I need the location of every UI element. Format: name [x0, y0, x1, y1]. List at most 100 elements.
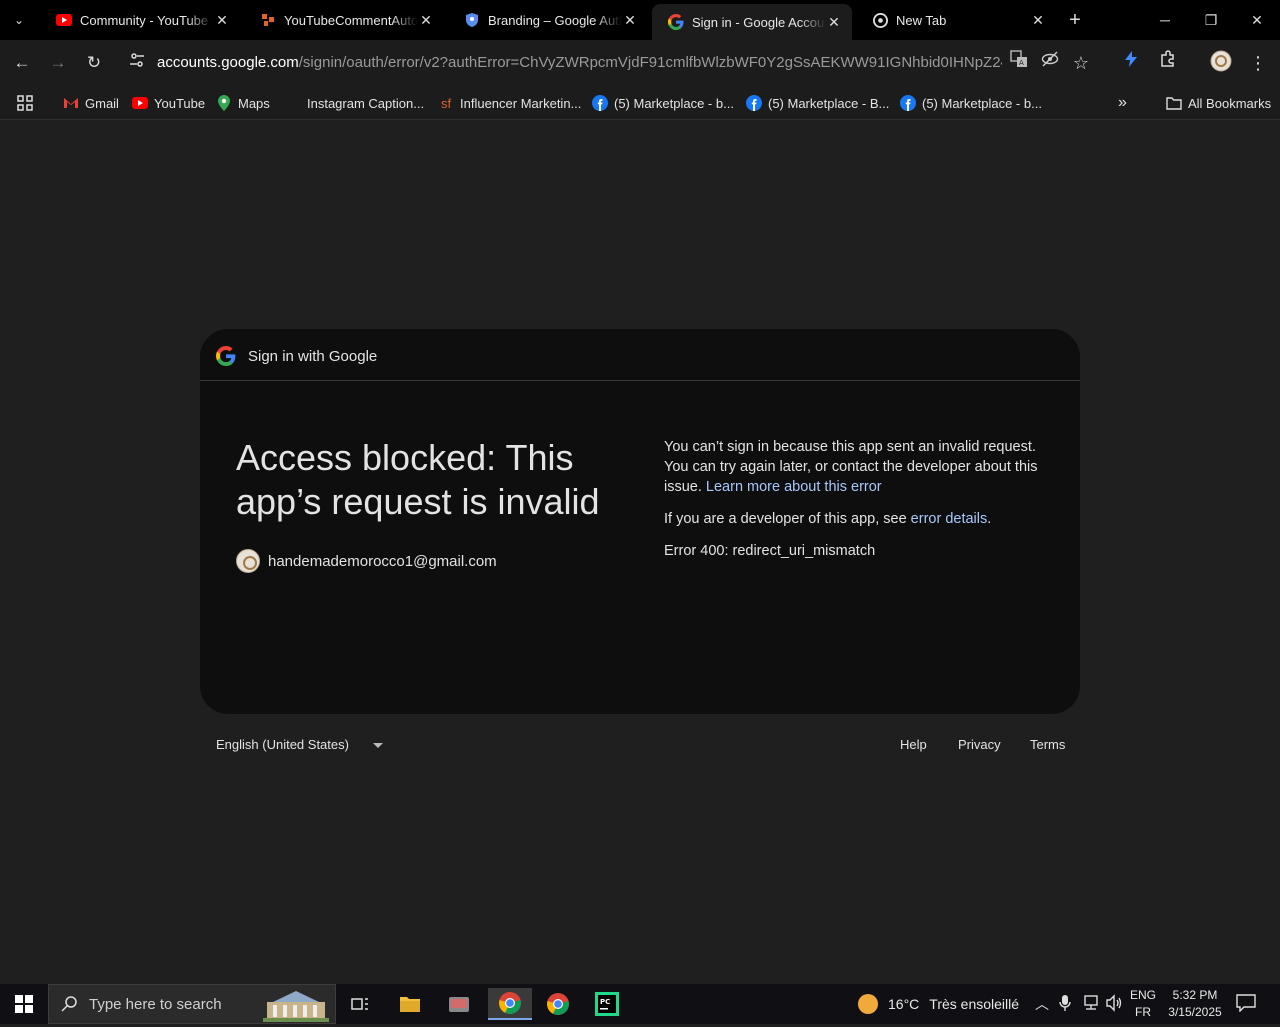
svg-text:A: A: [1019, 59, 1024, 67]
app-icon: [260, 12, 276, 28]
chrome-taskbar-icon[interactable]: [538, 988, 578, 1020]
microphone-icon[interactable]: [1058, 994, 1072, 1015]
bookmark-label: (5) Marketplace - b...: [614, 95, 734, 111]
network-icon[interactable]: [1082, 994, 1100, 1015]
all-bookmarks[interactable]: All Bookmarks: [1166, 92, 1271, 114]
close-icon[interactable]: ✕: [214, 12, 230, 28]
tab-title: Sign in - Google Accounts: [692, 14, 826, 30]
avatar: [236, 549, 260, 573]
snipping-tool-icon[interactable]: [439, 988, 479, 1020]
back-arrow-icon[interactable]: ←: [9, 50, 35, 76]
tab-youtube-comment-automation[interactable]: YouTubeCommentAutomation ✕: [244, 0, 444, 40]
chrome-icon: [872, 12, 888, 28]
youtube-icon: [132, 95, 148, 111]
page-footer: English (United States) Help Privacy Ter…: [200, 733, 1080, 757]
bookmark-influencer-marketing[interactable]: sf Influencer Marketin...: [438, 92, 581, 114]
profile-avatar-icon[interactable]: [1208, 50, 1234, 76]
help-link[interactable]: Help: [900, 737, 927, 752]
folder-icon: [1166, 95, 1182, 111]
bookmark-marketplace-2[interactable]: (5) Marketplace - B...: [746, 92, 889, 114]
bookmark-label: Gmail: [85, 95, 119, 111]
reload-icon[interactable]: ↻: [81, 50, 107, 76]
weather-description: Très ensoleillé: [929, 996, 1020, 1012]
bookmark-label: Maps: [238, 95, 270, 111]
error-message-paragraph: You can’t sign in because this app sent …: [664, 437, 1049, 497]
file-explorer-icon[interactable]: [390, 988, 430, 1020]
task-view-icon[interactable]: [340, 988, 380, 1020]
input-language-indicator[interactable]: ENG FR: [1130, 987, 1156, 1021]
page-content: Sign in with Google Access blocked: This…: [0, 121, 1280, 984]
bookmark-youtube[interactable]: YouTube: [132, 92, 205, 114]
bookmarks-bar: Gmail YouTube Maps Instagram Caption... …: [0, 86, 1280, 120]
caret-down-icon[interactable]: [373, 743, 383, 748]
tab-search-chevron-icon[interactable]: ⌄: [8, 10, 30, 30]
bookmark-maps[interactable]: Maps: [216, 92, 270, 114]
svg-text:PC: PC: [600, 998, 610, 1006]
bookmark-marketplace-3[interactable]: (5) Marketplace - b...: [900, 92, 1042, 114]
card-header-title: Sign in with Google: [248, 348, 378, 365]
address-bar[interactable]: accounts.google.com/signin/oauth/error/v…: [118, 45, 1108, 81]
translate-icon[interactable]: A: [1006, 50, 1032, 76]
error-explanation: You can’t sign in because this app sent …: [664, 437, 1049, 573]
volume-icon[interactable]: [1105, 994, 1123, 1015]
extensions-puzzle-icon[interactable]: [1155, 50, 1181, 76]
tab-title: YouTubeCommentAutomation: [284, 12, 418, 28]
windows-start-icon[interactable]: [0, 984, 48, 1024]
account-chip[interactable]: handemademorocco1@gmail.com: [236, 549, 497, 573]
bookmark-instagram-caption[interactable]: Instagram Caption...: [307, 92, 424, 114]
close-icon[interactable]: ✕: [622, 12, 638, 28]
site-settings-icon[interactable]: [124, 50, 150, 76]
url-text[interactable]: accounts.google.com/signin/oauth/error/v…: [157, 54, 1002, 71]
bookmark-gmail[interactable]: Gmail: [63, 92, 119, 114]
terms-link[interactable]: Terms: [1030, 737, 1065, 752]
account-email: handemademorocco1@gmail.com: [268, 552, 497, 570]
close-icon[interactable]: ✕: [418, 12, 434, 28]
restore-icon[interactable]: ❐: [1188, 6, 1234, 34]
kebab-menu-icon[interactable]: ⋮: [1245, 50, 1271, 76]
error-details-link[interactable]: error details: [911, 511, 988, 527]
tray-chevron-up-icon[interactable]: ︿: [1035, 994, 1049, 1014]
tab-new-tab[interactable]: New Tab ✕: [856, 0, 1056, 40]
taskbar-search-box[interactable]: Type here to search: [48, 984, 336, 1024]
tab-youtube-studio[interactable]: Community - YouTube Studio ✕: [40, 0, 240, 40]
search-highlight-building-icon: [263, 988, 329, 1022]
pycharm-icon[interactable]: PC: [587, 988, 627, 1020]
bookmark-marketplace-1[interactable]: (5) Marketplace - b...: [592, 92, 734, 114]
learn-more-link[interactable]: Learn more about this error: [706, 479, 882, 495]
browser-toolbar: ← → ↻ accounts.google.com/signin/oauth/e…: [0, 40, 1280, 86]
weather-widget[interactable]: 16°C Très ensoleillé: [858, 994, 1019, 1014]
close-icon[interactable]: ✕: [1030, 12, 1046, 28]
bookmarks-overflow-chevron-icon[interactable]: »: [1118, 92, 1127, 114]
close-icon[interactable]: ✕: [826, 14, 842, 30]
url-host: accounts.google.com: [157, 54, 299, 71]
search-icon: [61, 996, 77, 1017]
facebook-icon: [900, 95, 916, 111]
system-clock[interactable]: 5:32 PM 3/15/2025: [1164, 987, 1226, 1021]
tab-title: Branding – Google Auth Platform: [488, 12, 622, 28]
window-close-icon[interactable]: ✕: [1234, 6, 1280, 34]
facebook-icon: [592, 95, 608, 111]
eye-slash-icon[interactable]: [1037, 50, 1063, 76]
minimize-icon[interactable]: ─: [1142, 6, 1188, 34]
notification-icon[interactable]: [1236, 994, 1256, 1017]
new-tab-plus-icon[interactable]: +: [1064, 9, 1086, 31]
error-headline: Access blocked: This app’s request is in…: [236, 437, 600, 522]
google-logo-icon: [216, 346, 236, 366]
tab-title: Community - YouTube Studio: [80, 12, 214, 28]
tab-branding[interactable]: Branding – Google Auth Platform ✕: [448, 0, 648, 40]
tab-sign-in-google[interactable]: Sign in - Google Accounts ✕: [652, 4, 852, 40]
forward-arrow-icon[interactable]: →: [45, 50, 71, 76]
youtube-icon: [56, 12, 72, 28]
shield-icon: [464, 12, 480, 28]
sf-icon: sf: [440, 95, 452, 111]
apps-grid-icon[interactable]: [17, 92, 33, 114]
bookmark-label: Influencer Marketin...: [460, 95, 582, 111]
lightning-extension-icon[interactable]: [1118, 50, 1144, 76]
bookmark-star-icon[interactable]: ☆: [1068, 50, 1094, 76]
language-code: ENG: [1130, 988, 1157, 1002]
tab-title: New Tab: [896, 12, 947, 28]
all-bookmarks-label: All Bookmarks: [1188, 95, 1272, 111]
language-selector[interactable]: English (United States): [216, 737, 349, 752]
privacy-link[interactable]: Privacy: [958, 737, 1001, 752]
chrome-taskbar-active-icon[interactable]: [488, 988, 532, 1020]
